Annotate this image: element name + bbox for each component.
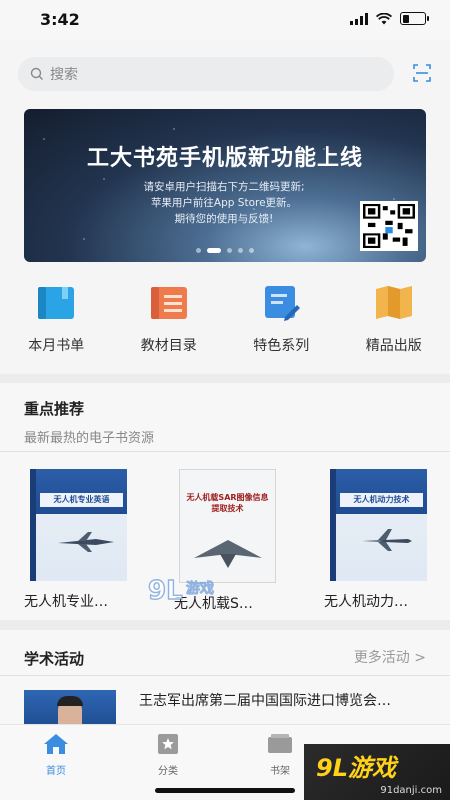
catalog-list-icon <box>149 283 189 321</box>
section-subtitle: 最新最热的电子书资源 <box>24 431 155 446</box>
cellular-signal-icon <box>350 12 368 25</box>
cover-title: 无人机专业英语 <box>40 493 123 507</box>
svg-text:9L: 9L <box>148 576 183 606</box>
person-hair <box>57 696 83 706</box>
search-row: 搜索 <box>18 57 432 93</box>
divider <box>0 451 450 452</box>
battery-icon <box>400 12 429 25</box>
divider <box>0 675 450 676</box>
book-title: 无人机专业… <box>24 594 108 610</box>
carousel-dot[interactable] <box>196 248 201 253</box>
category-premium-publishing[interactable]: 精品出版 <box>338 280 450 370</box>
section-title: 学术活动 <box>24 650 85 668</box>
carousel-dot[interactable] <box>238 248 243 253</box>
watermark-logo-icon: 9L 游戏 <box>147 575 214 606</box>
status-time: 3:42 <box>40 10 80 29</box>
brand-logo: 9L游戏 <box>316 754 396 782</box>
map-book-icon <box>374 283 414 321</box>
section-title: 重点推荐 <box>24 400 85 418</box>
tab-label: 首页 <box>46 766 66 777</box>
book-title: 无人机动力… <box>324 594 408 610</box>
aircraft-illustration <box>58 532 114 552</box>
book-cover: 无人机动力技术 <box>330 469 427 581</box>
scan-icon[interactable] <box>412 63 432 83</box>
carousel-dot[interactable] <box>249 248 254 253</box>
search-input[interactable]: 搜索 <box>18 57 394 91</box>
category-monthly-booklist[interactable]: 本月书单 <box>0 280 113 370</box>
banner-line: 苹果用户前往App Store更新。 <box>150 197 298 209</box>
aircraft-illustration <box>194 540 262 568</box>
cover-title: 无人机载SAR图像信息提取技术 <box>186 493 269 513</box>
category-label: 本月书单 <box>28 338 85 354</box>
brand-domain: 91danji.com <box>380 785 442 796</box>
category-label: 教材目录 <box>140 338 197 354</box>
svg-text:游戏: 游戏 <box>186 580 214 597</box>
more-activities-link[interactable]: 更多活动 > <box>354 647 426 667</box>
category-textbook-catalog[interactable]: 教材目录 <box>113 280 226 370</box>
tab-home[interactable]: 首页 <box>0 725 112 800</box>
book-cover: 无人机专业英语 <box>30 469 127 581</box>
activities-section: 学术活动 更多活动 > 王志军出席第二届中国国际进口博览会… <box>0 630 450 730</box>
section-divider <box>0 620 450 630</box>
category-label: 精品出版 <box>365 338 422 354</box>
cover-title: 无人机动力技术 <box>340 493 423 507</box>
banner-line: 期待您的使用与反馈! <box>174 213 274 225</box>
carousel-dots <box>24 248 426 253</box>
status-icons <box>350 12 429 25</box>
notebook-pen-icon <box>261 283 301 321</box>
promo-banner[interactable]: 工大书苑手机版新功能上线 请安卓用户扫描右下方二维码更新; 苹果用户前往App … <box>24 109 426 262</box>
banner-line: 请安卓用户扫描右下方二维码更新; <box>143 181 305 193</box>
book-card[interactable]: 无人机专业英语 无人机专业… <box>24 469 144 611</box>
book-icon <box>36 283 76 321</box>
category-grid: 本月书单 教材目录 特色系列 精品出版 <box>0 280 450 370</box>
book-card[interactable]: 无人机动力技术 无人机动力… <box>324 469 444 611</box>
bookshelf-icon <box>268 734 292 753</box>
bookmark-star-icon <box>158 734 178 754</box>
carousel-dot-active[interactable] <box>207 248 221 253</box>
carousel-dot[interactable] <box>227 248 232 253</box>
aircraft-illustration <box>362 529 412 551</box>
book-cover: 无人机载SAR图像信息提取技术 <box>179 469 276 583</box>
brand-watermark: 9L游戏 91danji.com <box>304 744 450 800</box>
home-indicator[interactable] <box>155 788 295 793</box>
banner-title: 工大书苑手机版新功能上线 <box>86 146 363 171</box>
section-divider <box>0 374 450 383</box>
wifi-icon <box>376 12 392 24</box>
status-bar: 3:42 <box>0 0 450 40</box>
qr-code <box>360 201 418 251</box>
banner-text: 请安卓用户扫描右下方二维码更新; 苹果用户前往App Store更新。 期待您的… <box>114 179 334 227</box>
home-icon <box>44 734 68 754</box>
news-title[interactable]: 王志军出席第二届中国国际进口博览会… <box>139 690 439 710</box>
category-featured-series[interactable]: 特色系列 <box>225 280 338 370</box>
search-icon <box>30 67 43 80</box>
search-placeholder: 搜索 <box>50 67 78 83</box>
category-label: 特色系列 <box>253 338 310 354</box>
tab-label: 分类 <box>158 766 178 777</box>
